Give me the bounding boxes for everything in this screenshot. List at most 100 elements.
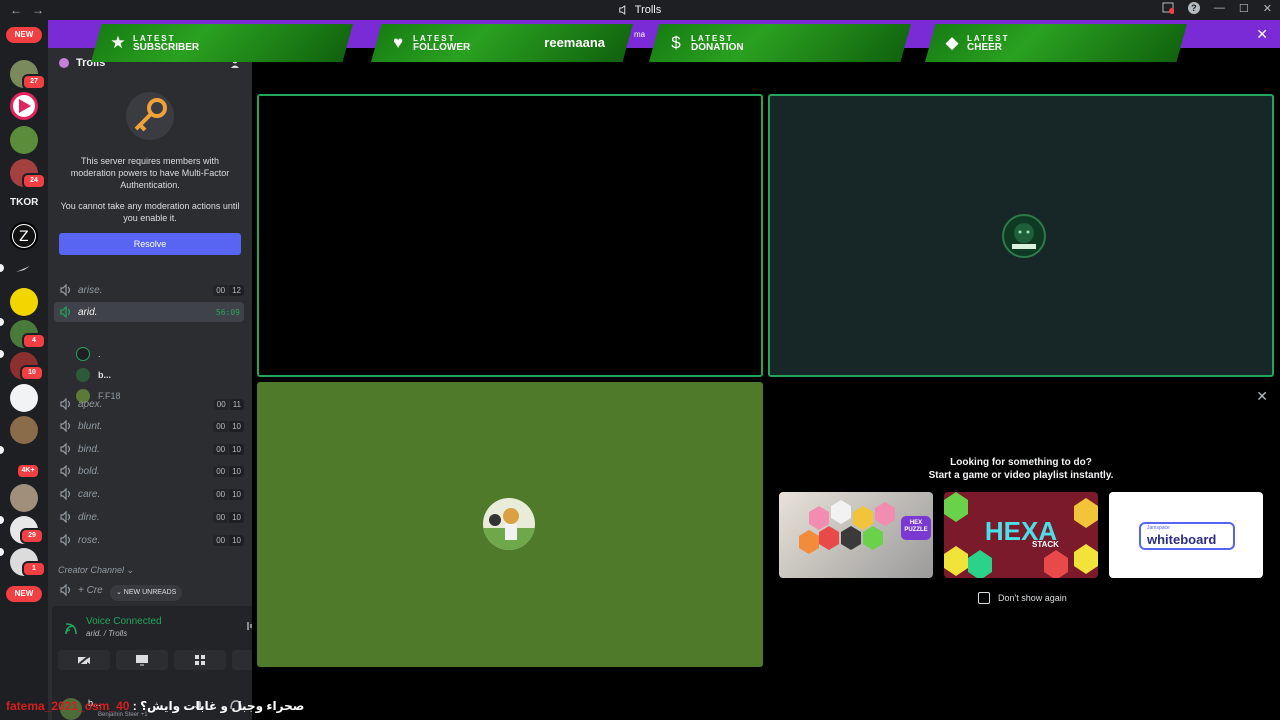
- voice-channel-bind[interactable]: bind. 00 10: [54, 439, 244, 459]
- user-count: 00 10: [213, 420, 244, 432]
- server-list: NEW 27 24 TKOR Z 4 10 4K+ 29 1 NEW: [0, 20, 48, 720]
- new-unreads-pill[interactable]: ⌄ NEW UNREADS: [110, 585, 183, 601]
- server-icon[interactable]: Z: [10, 222, 38, 250]
- mention-badge: 4K+: [16, 463, 40, 479]
- dollar-icon: $: [671, 33, 681, 52]
- activity-card-hex-puzzle[interactable]: HEX PUZZLE: [779, 492, 933, 578]
- voice-channel-care[interactable]: care. 00 10: [54, 484, 244, 504]
- video-tile[interactable]: [768, 94, 1274, 377]
- gorilla-logo-icon: [1012, 223, 1036, 249]
- stream-chat-overlay: fatema_2021_osm_40 صحراء وجبل و غابات وا…: [6, 699, 304, 713]
- activity-shelf: ✕ Looking for something to do? Start a g…: [768, 382, 1280, 670]
- voice-channel-rose[interactable]: rose. 00 10: [54, 530, 244, 550]
- video-tile[interactable]: [257, 94, 763, 377]
- alert-title-bottom: SUBSCRIBER: [133, 42, 200, 53]
- count-a: 00: [213, 420, 229, 432]
- voice-channel-arise[interactable]: arise. 00 12: [54, 280, 244, 300]
- speaker-icon: [60, 465, 71, 477]
- count-a: 00: [213, 443, 229, 455]
- speaker-icon: [60, 284, 71, 296]
- server-icon[interactable]: [10, 288, 38, 316]
- avatar: [76, 368, 90, 382]
- dont-show-again-label: Don't show again: [998, 593, 1067, 603]
- star-icon: ★: [110, 33, 126, 52]
- close-icon[interactable]: ✕: [1256, 388, 1268, 405]
- count-b: 10: [229, 465, 244, 477]
- avatar: [483, 498, 535, 550]
- voice-channel-apex[interactable]: apex. 00 11: [54, 394, 244, 414]
- signal-icon: [65, 623, 77, 635]
- user-count: 00 11: [213, 398, 244, 410]
- category-creator-channel[interactable]: Creator Channel ⌄: [58, 565, 134, 576]
- server-icon[interactable]: [10, 484, 38, 512]
- speaker-icon: [60, 443, 71, 455]
- minimize-button[interactable]: —: [1214, 2, 1225, 15]
- alert-title: LATEST CHEER: [967, 34, 1010, 53]
- count-b: 12: [229, 284, 244, 296]
- speaker-icon: [60, 534, 71, 546]
- heart-icon: ♥: [392, 33, 404, 52]
- activities-icon: [195, 655, 205, 665]
- svg-text:Z: Z: [19, 229, 29, 245]
- alert-title-bottom: FOLLOWER: [413, 42, 471, 53]
- speaker-icon: [60, 420, 71, 432]
- activity-card-title: HEXA: [984, 516, 1058, 546]
- speaker-icon: [60, 398, 71, 410]
- user-count: 00 10: [213, 534, 244, 546]
- video-tile[interactable]: [257, 382, 763, 667]
- server-icon[interactable]: [10, 92, 38, 120]
- activity-card-subtitle: STACK: [1032, 540, 1059, 549]
- channel-name: blunt.: [78, 420, 103, 432]
- activity-card-hexa-stack[interactable]: HEXA STACK: [944, 492, 1098, 578]
- camera-off-button[interactable]: [58, 650, 110, 670]
- activity-card-title: whiteboard: [1147, 532, 1217, 547]
- server-icon[interactable]: [10, 416, 38, 444]
- channel-name: rose.: [78, 534, 101, 546]
- screen-share-button[interactable]: [116, 650, 168, 670]
- close-button[interactable]: ✕: [1263, 2, 1272, 15]
- screen-share-icon: [136, 655, 148, 666]
- voice-channel-dine[interactable]: dine. 00 10: [54, 507, 244, 527]
- mention-badge: 24: [22, 173, 46, 189]
- voice-member[interactable]: .: [76, 345, 101, 363]
- voice-channel-blunt[interactable]: blunt. 00 10: [54, 416, 244, 436]
- alert-title: LATEST DONATION: [691, 34, 744, 53]
- checkbox-box[interactable]: [978, 592, 990, 604]
- bird-icon: [16, 266, 30, 272]
- inbox-icon[interactable]: [1162, 2, 1174, 14]
- speaker-icon: [60, 584, 71, 596]
- voice-channel-bold[interactable]: bold. 00 10: [54, 461, 244, 481]
- member-name: .: [98, 349, 101, 359]
- channel-timer: 56:09: [215, 307, 240, 317]
- server-text-tkor[interactable]: TKOR: [10, 197, 38, 208]
- back-arrow-icon[interactable]: ←: [10, 3, 22, 17]
- dont-show-again-checkbox[interactable]: Don't show again: [978, 592, 1067, 604]
- activity-card-whiteboard[interactable]: Jamspace whiteboard: [1109, 492, 1263, 578]
- channel-name: dine.: [78, 511, 100, 523]
- server-icon[interactable]: [10, 126, 38, 154]
- member-name: b...: [98, 370, 111, 380]
- activity-card-subtitle: Jamspace: [1147, 525, 1170, 531]
- window-title-text: Trolls: [634, 4, 662, 16]
- new-pill-bottom[interactable]: NEW: [6, 586, 42, 602]
- help-icon[interactable]: ?: [1187, 2, 1200, 14]
- user-count: 00 10: [213, 511, 244, 523]
- mention-badge: 29: [20, 528, 44, 544]
- forward-arrow-icon[interactable]: →: [32, 3, 44, 17]
- close-icon[interactable]: ✕: [1256, 26, 1268, 43]
- resolve-button[interactable]: Resolve: [59, 233, 241, 255]
- user-count: 00 10: [213, 443, 244, 455]
- voice-channel-arid[interactable]: arid. 56:09: [54, 302, 244, 322]
- voice-status[interactable]: Voice Connected: [86, 616, 162, 627]
- maximize-button[interactable]: ☐: [1239, 2, 1249, 15]
- server-icon[interactable]: [10, 384, 38, 412]
- server-icon[interactable]: [10, 256, 38, 284]
- unread-indicator: [0, 264, 4, 272]
- activities-button[interactable]: [174, 650, 226, 670]
- new-pill-top[interactable]: NEW: [6, 27, 42, 43]
- count-a: 00: [213, 534, 229, 546]
- voice-channel-label[interactable]: arid. / Trolls: [86, 629, 127, 638]
- count-b: 10: [229, 511, 244, 523]
- count-b: 10: [229, 420, 244, 432]
- voice-member[interactable]: b...: [76, 366, 111, 384]
